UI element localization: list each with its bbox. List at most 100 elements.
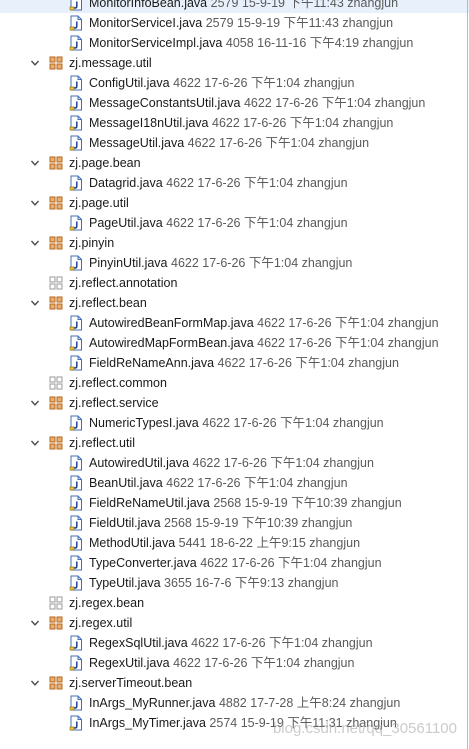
java-file-node[interactable]: AutowiredBeanFormMap.java 4622 17-6-26 下… bbox=[0, 313, 469, 333]
file-label: MonitorInfoBean.java 2579 15-9-19 下午11:4… bbox=[89, 0, 398, 13]
java-file-node[interactable]: MessageI18nUtil.java 4622 17-6-26 下午1:04… bbox=[0, 113, 469, 133]
file-name: MonitorServiceI.java bbox=[89, 16, 203, 30]
package-node[interactable]: zj.message.util bbox=[0, 53, 469, 73]
java-file-node[interactable]: NumericTypesI.java 4622 17-6-26 下午1:04 z… bbox=[0, 413, 469, 433]
chevron-down-icon[interactable] bbox=[30, 298, 40, 308]
file-label: PageUtil.java 4622 17-6-26 下午1:04 zhangj… bbox=[89, 213, 348, 233]
file-label: MonitorServiceI.java 2579 15-9-19 下午11:4… bbox=[89, 13, 393, 33]
file-name: MessageUtil.java bbox=[89, 136, 185, 150]
package-node[interactable]: zj.pinyin bbox=[0, 233, 469, 253]
java-file-node[interactable]: TypeConverter.java 4622 17-6-26 下午1:04 z… bbox=[0, 553, 469, 573]
file-name: MethodUtil.java bbox=[89, 536, 176, 550]
java-file-node[interactable]: AutowiredUtil.java 4622 17-6-26 下午1:04 z… bbox=[0, 453, 469, 473]
file-name: AutowiredMapFormBean.java bbox=[89, 336, 254, 350]
java-file-node[interactable]: AutowiredMapFormBean.java 4622 17-6-26 下… bbox=[0, 333, 469, 353]
file-revision-info: 4622 17-6-26 下午1:04 zhangjun bbox=[173, 76, 355, 90]
file-label: TypeUtil.java 3655 16-7-6 下午9:13 zhangju… bbox=[89, 573, 338, 593]
package-node[interactable]: zj.regex.bean bbox=[0, 593, 469, 613]
file-name: MonitorInfoBean.java bbox=[89, 0, 208, 10]
file-label: InArgs_MyRunner.java 4882 17-7-28 上午8:24… bbox=[89, 693, 400, 713]
file-name: RegexUtil.java bbox=[89, 656, 170, 670]
file-name: TypeConverter.java bbox=[89, 556, 197, 570]
file-revision-info: 4622 17-6-26 下午1:04 zhangjun bbox=[171, 256, 353, 270]
file-name: InArgs_MyTimer.java bbox=[89, 716, 206, 730]
java-file-node[interactable]: MessageUtil.java 4622 17-6-26 下午1:04 zha… bbox=[0, 133, 469, 153]
java-file-icon bbox=[69, 555, 83, 571]
java-file-node[interactable]: InArgs_MyRunner.java 4882 17-7-28 上午8:24… bbox=[0, 693, 469, 713]
java-file-node[interactable]: Datagrid.java 4622 17-6-26 下午1:04 zhangj… bbox=[0, 173, 469, 193]
file-revision-info: 4622 17-6-26 下午1:04 zhangjun bbox=[217, 356, 399, 370]
java-file-node[interactable]: FieldReNameUtil.java 2568 15-9-19 下午10:3… bbox=[0, 493, 469, 513]
package-node[interactable]: zj.reflect.service bbox=[0, 393, 469, 413]
file-label: MessageConstantsUtil.java 4622 17-6-26 下… bbox=[89, 93, 425, 113]
file-label: InArgs_MyTimer.java 2574 15-9-19 下午11:31… bbox=[89, 713, 397, 733]
package-node[interactable]: zj.reflect.bean bbox=[0, 293, 469, 313]
java-file-node[interactable]: RegexSqlUtil.java 4622 17-6-26 下午1:04 zh… bbox=[0, 633, 469, 653]
file-name: RegexSqlUtil.java bbox=[89, 636, 188, 650]
file-revision-info: 5441 18-6-22 上午9:15 zhangjun bbox=[178, 536, 361, 550]
file-revision-info: 4622 17-6-26 下午1:04 zhangjun bbox=[202, 416, 384, 430]
java-file-icon bbox=[69, 695, 83, 711]
package-icon bbox=[49, 396, 63, 410]
chevron-down-icon[interactable] bbox=[30, 438, 40, 448]
java-file-icon bbox=[69, 75, 83, 91]
java-file-node[interactable]: TypeUtil.java 3655 16-7-6 下午9:13 zhangju… bbox=[0, 573, 469, 593]
java-file-node[interactable]: MonitorServiceI.java 2579 15-9-19 下午11:4… bbox=[0, 13, 469, 33]
chevron-down-icon[interactable] bbox=[30, 398, 40, 408]
file-label: RegexSqlUtil.java 4622 17-6-26 下午1:04 zh… bbox=[89, 633, 373, 653]
package-node[interactable]: zj.reflect.annotation bbox=[0, 273, 469, 293]
chevron-down-icon[interactable] bbox=[30, 678, 40, 688]
java-file-icon bbox=[69, 715, 83, 731]
chevron-down-icon[interactable] bbox=[30, 238, 40, 248]
java-file-icon bbox=[69, 95, 83, 111]
package-name: zj.reflect.service bbox=[69, 396, 159, 410]
java-file-node[interactable]: ConfigUtil.java 4622 17-6-26 下午1:04 zhan… bbox=[0, 73, 469, 93]
java-file-icon bbox=[69, 315, 83, 331]
file-label: MessageI18nUtil.java 4622 17-6-26 下午1:04… bbox=[89, 113, 393, 133]
java-file-node[interactable]: PinyinUtil.java 4622 17-6-26 下午1:04 zhan… bbox=[0, 253, 469, 273]
file-label: BeanUtil.java 4622 17-6-26 下午1:04 zhangj… bbox=[89, 473, 348, 493]
file-name: MessageI18nUtil.java bbox=[89, 116, 209, 130]
file-revision-info: 4622 17-6-26 下午1:04 zhangjun bbox=[191, 636, 373, 650]
java-file-icon bbox=[69, 475, 83, 491]
java-file-node[interactable]: MonitorInfoBean.java 2579 15-9-19 下午11:4… bbox=[0, 0, 469, 13]
file-revision-info: 2574 15-9-19 下午11:31 zhangjun bbox=[209, 716, 397, 730]
package-name: zj.page.bean bbox=[69, 156, 141, 170]
java-file-node[interactable]: BeanUtil.java 4622 17-6-26 下午1:04 zhangj… bbox=[0, 473, 469, 493]
java-file-node[interactable]: MessageConstantsUtil.java 4622 17-6-26 下… bbox=[0, 93, 469, 113]
file-revision-info: 4622 17-6-26 下午1:04 zhangjun bbox=[243, 96, 426, 110]
file-name: FieldReNameUtil.java bbox=[89, 496, 210, 510]
package-node[interactable]: zj.serverTimeout.bean bbox=[0, 673, 469, 693]
file-name: AutowiredBeanFormMap.java bbox=[89, 316, 254, 330]
java-file-node[interactable]: FieldReNameAnn.java 4622 17-6-26 下午1:04 … bbox=[0, 353, 469, 373]
file-revision-info: 4622 17-6-26 下午1:04 zhangjun bbox=[200, 556, 382, 570]
package-node[interactable]: zj.reflect.util bbox=[0, 433, 469, 453]
file-label: AutowiredBeanFormMap.java 4622 17-6-26 下… bbox=[89, 313, 439, 333]
file-revision-info: 2568 15-9-19 下午10:39 zhangjun bbox=[164, 516, 353, 530]
chevron-down-icon[interactable] bbox=[30, 618, 40, 628]
empty-package-icon bbox=[49, 276, 63, 290]
java-file-node[interactable]: PageUtil.java 4622 17-6-26 下午1:04 zhangj… bbox=[0, 213, 469, 233]
file-revision-info: 3655 16-7-6 下午9:13 zhangjun bbox=[164, 576, 339, 590]
package-node[interactable]: zj.page.util bbox=[0, 193, 469, 213]
file-revision-info: 2568 15-9-19 下午10:39 zhangjun bbox=[213, 496, 402, 510]
chevron-down-icon[interactable] bbox=[30, 158, 40, 168]
file-revision-info: 4882 17-7-28 上午8:24 zhangjun bbox=[218, 696, 401, 710]
package-node[interactable]: zj.regex.util bbox=[0, 613, 469, 633]
package-name: zj.serverTimeout.bean bbox=[69, 676, 193, 690]
chevron-down-icon[interactable] bbox=[30, 58, 40, 68]
java-file-node[interactable]: FieldUtil.java 2568 15-9-19 下午10:39 zhan… bbox=[0, 513, 469, 533]
file-label: MonitorServiceImpl.java 4058 16-11-16 下午… bbox=[89, 33, 413, 53]
java-file-node[interactable]: MethodUtil.java 5441 18-6-22 上午9:15 zhan… bbox=[0, 533, 469, 553]
package-icon bbox=[49, 56, 63, 70]
java-file-node[interactable]: InArgs_MyTimer.java 2574 15-9-19 下午11:31… bbox=[0, 713, 469, 733]
package-node[interactable]: zj.reflect.common bbox=[0, 373, 469, 393]
java-file-icon bbox=[69, 515, 83, 531]
java-file-node[interactable]: MonitorServiceImpl.java 4058 16-11-16 下午… bbox=[0, 33, 469, 53]
package-node[interactable]: zj.page.bean bbox=[0, 153, 469, 173]
chevron-down-icon[interactable] bbox=[30, 198, 40, 208]
file-name: MonitorServiceImpl.java bbox=[89, 36, 223, 50]
file-revision-info: 4622 17-6-26 下午1:04 zhangjun bbox=[173, 656, 355, 670]
java-file-icon bbox=[69, 635, 83, 651]
java-file-node[interactable]: RegexUtil.java 4622 17-6-26 下午1:04 zhang… bbox=[0, 653, 469, 673]
